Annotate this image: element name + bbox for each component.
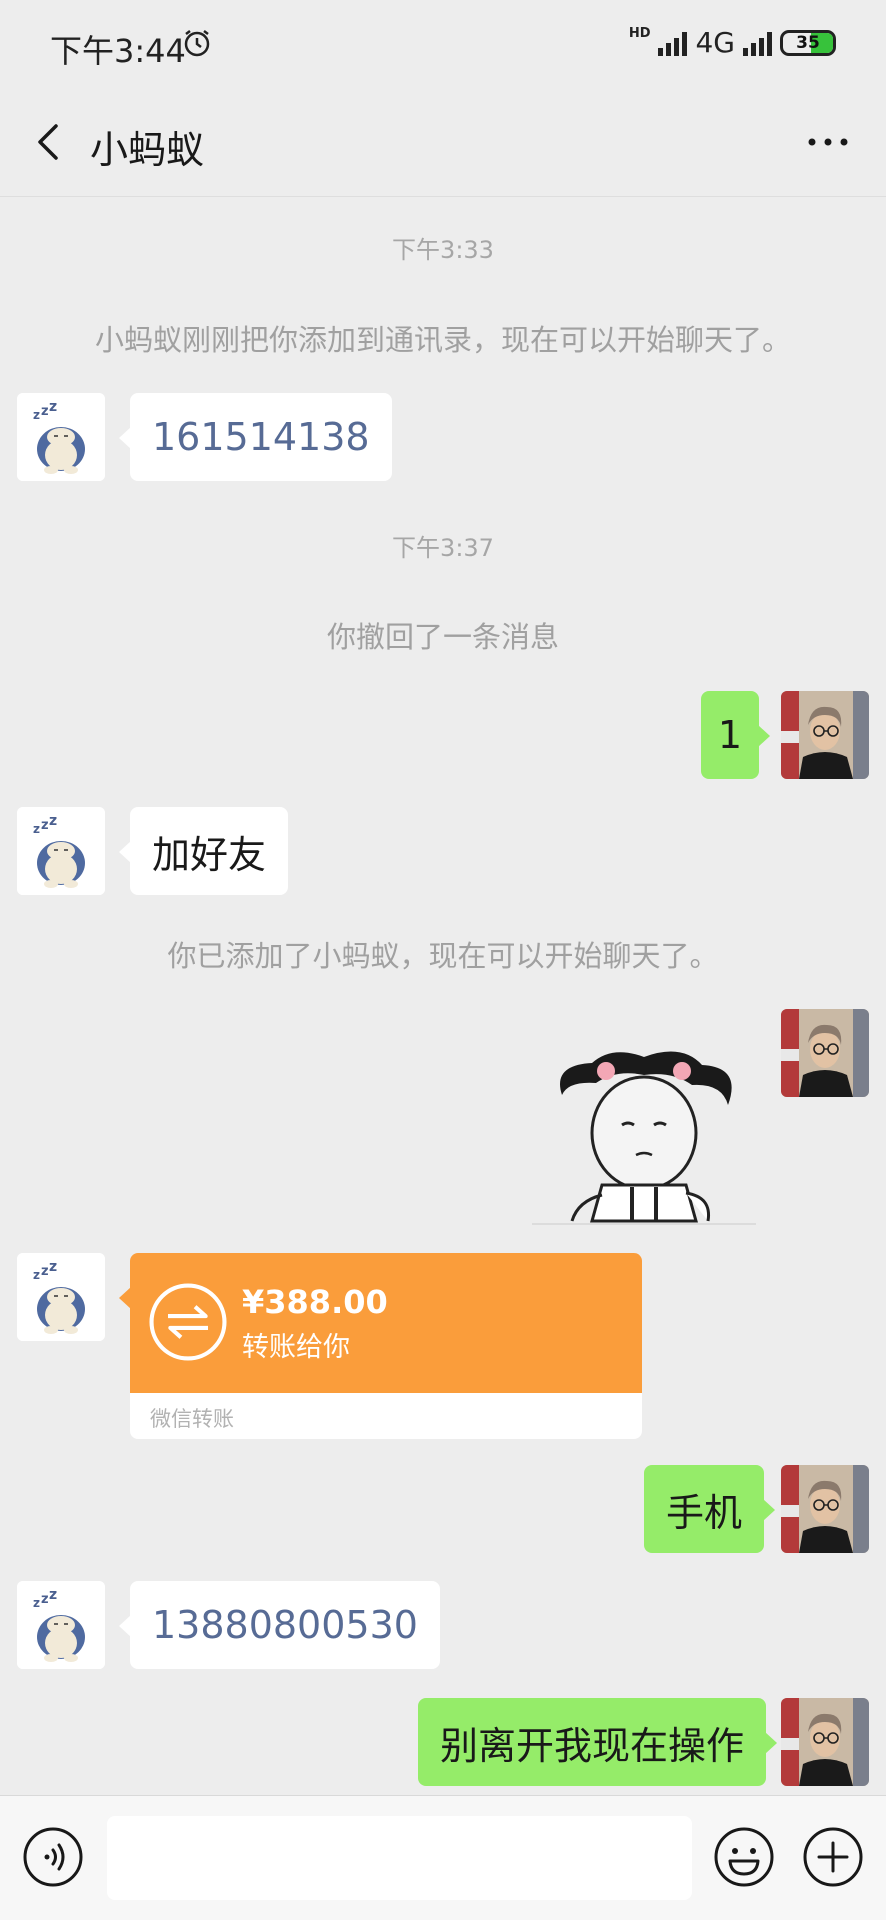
svg-text:z: z: [41, 1592, 49, 1607]
message-bubble-sent[interactable]: 手机: [644, 1465, 776, 1553]
svg-text:z: z: [49, 1259, 57, 1275]
message-text[interactable]: 161514138: [152, 415, 370, 459]
timestamp: 下午3:37: [392, 534, 494, 562]
snorlax-avatar-icon: z z z: [17, 393, 105, 481]
status-right: HD 4G 35: [629, 26, 836, 59]
my-avatar[interactable]: [781, 1698, 869, 1786]
svg-text:z: z: [41, 404, 49, 419]
transfer-description: 转账给你: [242, 1332, 350, 1363]
message-input[interactable]: [107, 1816, 692, 1900]
plus-icon[interactable]: [802, 1826, 864, 1888]
chevron-left-icon[interactable]: [22, 112, 82, 172]
svg-text:z: z: [41, 1264, 49, 1279]
svg-text:z: z: [49, 813, 57, 829]
svg-text:z: z: [33, 408, 40, 422]
snorlax-avatar-icon: z z z: [17, 1253, 105, 1341]
sticker-message[interactable]: [532, 1035, 756, 1225]
chat-title: 小蚂蚁: [90, 128, 205, 172]
transfer-amount: ¥388.00: [242, 1283, 388, 1321]
message-bubble-received[interactable]: 161514138: [119, 393, 392, 481]
status-bar: 下午3:44 HD 4G 35: [0, 0, 886, 92]
signal-icon-2: [743, 30, 772, 56]
svg-text:z: z: [33, 822, 40, 836]
message-text: 手机: [666, 1490, 743, 1535]
friend-avatar[interactable]: z z z: [17, 807, 105, 895]
message-text[interactable]: 13880800530: [152, 1603, 418, 1647]
user-photo-avatar-icon: [781, 691, 869, 779]
snorlax-avatar-icon: z z z: [17, 807, 105, 895]
recall-notice: 你撤回了一条消息: [326, 620, 559, 654]
friend-avatar[interactable]: z z z: [17, 1253, 105, 1341]
my-avatar[interactable]: [781, 1009, 869, 1097]
user-photo-avatar-icon: [781, 1009, 869, 1097]
message-bubble-sent[interactable]: 1: [701, 691, 770, 779]
timestamp: 下午3:33: [392, 236, 494, 264]
system-notice: 小蚂蚁刚刚把你添加到通讯录，现在可以开始聊天了。: [94, 323, 791, 357]
meme-sticker-icon: [560, 1051, 732, 1223]
battery-icon: 35: [780, 29, 836, 56]
transfer-card[interactable]: ¥388.00 转账给你 微信转账: [130, 1253, 642, 1439]
message-text: 别离开我现在操作: [440, 1723, 745, 1768]
friend-avatar[interactable]: z z z: [17, 1581, 105, 1669]
svg-text:z: z: [41, 818, 49, 833]
battery-level: 35: [796, 32, 820, 53]
system-notice: 你已添加了小蚂蚁，现在可以开始聊天了。: [167, 939, 719, 973]
emoji-icon[interactable]: [713, 1826, 775, 1888]
message-bubble-sent[interactable]: 别离开我现在操作: [418, 1698, 778, 1786]
chat-area[interactable]: 下午3:33 小蚂蚁刚刚把你添加到通讯录，现在可以开始聊天了。 z z z 16…: [0, 197, 886, 1795]
transfer-footer: 微信转账: [150, 1407, 234, 1431]
alarm-icon: [184, 30, 210, 57]
user-photo-avatar-icon: [781, 1465, 869, 1553]
message-bubble-received[interactable]: 13880800530: [119, 1581, 440, 1669]
my-avatar[interactable]: [781, 691, 869, 779]
user-photo-avatar-icon: [781, 1698, 869, 1786]
input-bar: [0, 1795, 886, 1920]
transfer-arrows-icon: [149, 1283, 227, 1361]
friend-avatar[interactable]: z z z: [17, 393, 105, 481]
snorlax-avatar-icon: z z z: [17, 1581, 105, 1669]
status-time: 下午3:44: [50, 32, 186, 70]
network-type: 4G: [695, 26, 735, 59]
hd-label: HD: [628, 26, 651, 41]
my-avatar[interactable]: [781, 1465, 869, 1553]
svg-text:z: z: [33, 1596, 40, 1610]
svg-text:z: z: [49, 1587, 57, 1603]
svg-text:z: z: [49, 399, 57, 415]
message-text: 加好友: [152, 832, 267, 877]
message-bubble-received[interactable]: 加好友: [118, 807, 289, 895]
voice-icon[interactable]: [22, 1826, 84, 1888]
svg-text:z: z: [33, 1268, 40, 1282]
ellipsis-icon[interactable]: [798, 122, 858, 162]
chat-header: 小蚂蚁: [0, 92, 886, 197]
message-text: 1: [717, 713, 743, 757]
signal-icon-1: [658, 30, 688, 56]
